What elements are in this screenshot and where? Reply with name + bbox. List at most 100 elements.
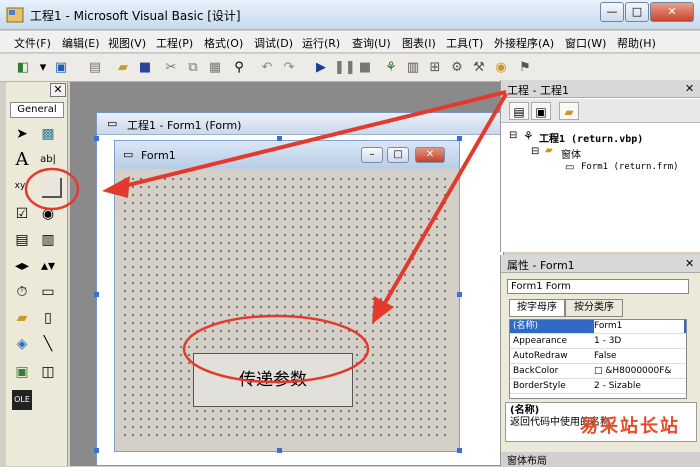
resize-handle[interactable] [457, 292, 462, 297]
minimize-button[interactable]: — [600, 2, 624, 22]
resize-handle[interactable] [277, 448, 282, 453]
add-project-icon[interactable]: ◧ [14, 59, 32, 77]
object-selector[interactable]: Form1 Form [507, 279, 689, 294]
find-icon[interactable]: ⚲ [230, 59, 248, 77]
menu-view[interactable]: 视图(V) [108, 35, 146, 51]
form-layout-panel: 窗体布局 [500, 452, 700, 467]
resize-handle[interactable] [277, 136, 282, 141]
view-object-icon[interactable]: ▣ [531, 102, 551, 120]
form1-minimize-button[interactable]: – [361, 147, 383, 163]
menu-debug[interactable]: 调试(D) [254, 35, 293, 51]
form1-titlebar: ▭ Form1 – □ ✕ [115, 141, 459, 169]
property-grid: (名称) Form1 Appearance 1 - 3D AutoRedraw Fal… [509, 319, 687, 399]
tab-categorized[interactable]: 按分类序 [565, 299, 623, 317]
tree-form1-item[interactable]: Form1 (return.frm) [581, 162, 679, 172]
menu-file[interactable]: 文件(F) [14, 35, 51, 51]
data-tool-icon[interactable]: ◫ [38, 362, 58, 382]
resize-handle[interactable] [94, 136, 99, 141]
menu-project[interactable]: 工程(P) [156, 35, 193, 51]
form1-design-grid[interactable]: 传递参数 [121, 175, 451, 441]
label-tool-icon[interactable]: A [12, 150, 32, 170]
object-browser-icon[interactable]: ⚙ [448, 59, 466, 77]
form-layout-icon[interactable]: ⊞ [426, 59, 444, 77]
property-row[interactable]: Appearance 1 - 3D [510, 335, 686, 349]
view-code-icon[interactable]: ▤ [509, 102, 529, 120]
textbox-tool-icon[interactable]: ab| [38, 150, 58, 170]
frame-tool-icon[interactable]: xy [10, 176, 30, 196]
pause-icon[interactable]: ❚❚ [334, 59, 356, 77]
form1-window[interactable]: ▭ Form1 – □ ✕ 传递参数 [114, 140, 460, 452]
paste-icon[interactable]: ▦ [206, 59, 224, 77]
tree-collapse-icon[interactable]: ⊟ [509, 130, 517, 141]
stop-icon[interactable]: ■ [356, 59, 374, 77]
resize-handle[interactable] [457, 136, 462, 141]
hscrollbar-tool-icon[interactable]: ◂▸ [12, 256, 32, 276]
save-icon[interactable]: ■ [136, 59, 154, 77]
combobox-tool-icon[interactable]: ▤ [12, 230, 32, 250]
properties-icon[interactable]: ▥ [404, 59, 422, 77]
dirlistbox-tool-icon[interactable]: ▰ [12, 308, 32, 328]
commandbutton-tool-icon[interactable] [42, 178, 62, 198]
pass-params-button[interactable]: 传递参数 [193, 353, 353, 407]
listbox-tool-icon[interactable]: ▥ [38, 230, 58, 250]
menu-help[interactable]: 帮助(H) [617, 35, 656, 51]
menu-editor-icon[interactable]: ▤ [86, 59, 104, 77]
property-row[interactable]: BorderStyle 2 - Sizable [510, 380, 686, 394]
toolbox-general-tab[interactable]: General [10, 102, 64, 118]
property-row[interactable]: (名称) Form1 [510, 320, 686, 334]
image-tool-icon[interactable]: ▣ [12, 362, 32, 382]
timer-tool-icon[interactable]: ⏱ [12, 282, 32, 302]
redo-icon[interactable]: ↷ [280, 59, 298, 77]
ole-tool-icon[interactable]: OLE [12, 390, 32, 410]
tree-project-root[interactable]: 工程1 (return.vbp) [539, 130, 643, 145]
tree-forms-folder[interactable]: 窗体 [561, 146, 581, 161]
vscrollbar-tool-icon[interactable]: ▴▾ [38, 256, 58, 276]
data-view-icon[interactable]: ◉ [492, 59, 510, 77]
properties-header: 属性 - Form1 ✕ [501, 255, 700, 273]
property-row[interactable]: AutoRedraw False [510, 350, 686, 364]
line-tool-icon[interactable]: ╲ [38, 334, 58, 354]
menu-run[interactable]: 运行(R) [302, 35, 340, 51]
pointer-tool-icon[interactable]: ➤ [12, 124, 32, 144]
tree-collapse-icon[interactable]: ⊟ [531, 146, 539, 157]
picturebox-tool-icon[interactable]: ▩ [38, 124, 58, 144]
toolbox-icon[interactable]: ⚒ [470, 59, 488, 77]
maximize-button[interactable]: □ [625, 2, 649, 22]
project-explorer-close-button[interactable]: ✕ [685, 82, 694, 95]
open-icon[interactable]: ▰ [114, 59, 132, 77]
resize-handle[interactable] [94, 292, 99, 297]
visual-component-icon[interactable]: ⚑ [516, 59, 534, 77]
run-icon[interactable]: ▶ [312, 59, 330, 77]
menu-query[interactable]: 查询(U) [352, 35, 391, 51]
shape-tool-icon[interactable]: ◈ [12, 334, 32, 354]
undo-icon[interactable]: ↶ [258, 59, 276, 77]
property-row[interactable]: BackColor □ &H8000000F& [510, 365, 686, 379]
tab-alphabetic[interactable]: 按字母序 [509, 299, 565, 317]
form1-close-button[interactable]: ✕ [415, 147, 445, 163]
toolbox-close-button[interactable]: ✕ [50, 83, 66, 97]
properties-close-button[interactable]: ✕ [685, 257, 694, 270]
menu-format[interactable]: 格式(O) [204, 35, 243, 51]
form1-maximize-button[interactable]: □ [387, 147, 409, 163]
project-explorer-icon[interactable]: ⚘ [382, 59, 400, 77]
menu-edit[interactable]: 编辑(E) [62, 35, 100, 51]
designer-title: 工程1 - Form1 (Form) [127, 119, 242, 132]
menu-addins[interactable]: 外接程序(A) [494, 35, 554, 51]
menu-chart[interactable]: 图表(I) [402, 35, 436, 51]
drivelistbox-tool-icon[interactable]: ▭ [38, 282, 58, 302]
add-form-icon[interactable]: ▣ [52, 59, 70, 77]
close-button[interactable]: ✕ [650, 2, 694, 22]
project-explorer-panel: 工程 - 工程1 ✕ ▤ ▣ ▰ ⊟ ⚘ 工程1 (return.vbp) ⊟ … [500, 80, 700, 252]
project-explorer-toolbar: ▤ ▣ ▰ [501, 99, 700, 123]
resize-handle[interactable] [457, 448, 462, 453]
menu-window[interactable]: 窗口(W) [565, 35, 606, 51]
optionbutton-tool-icon[interactable]: ◉ [38, 204, 58, 224]
filelistbox-tool-icon[interactable]: ▯ [38, 308, 58, 328]
add-project-dropdown-icon[interactable]: ▾ [34, 59, 52, 77]
toggle-folders-icon[interactable]: ▰ [559, 102, 579, 120]
cut-icon[interactable]: ✂ [162, 59, 180, 77]
copy-icon[interactable]: ⧉ [184, 59, 202, 77]
menu-tools[interactable]: 工具(T) [446, 35, 483, 51]
checkbox-tool-icon[interactable]: ☑ [12, 204, 32, 224]
resize-handle[interactable] [94, 448, 99, 453]
